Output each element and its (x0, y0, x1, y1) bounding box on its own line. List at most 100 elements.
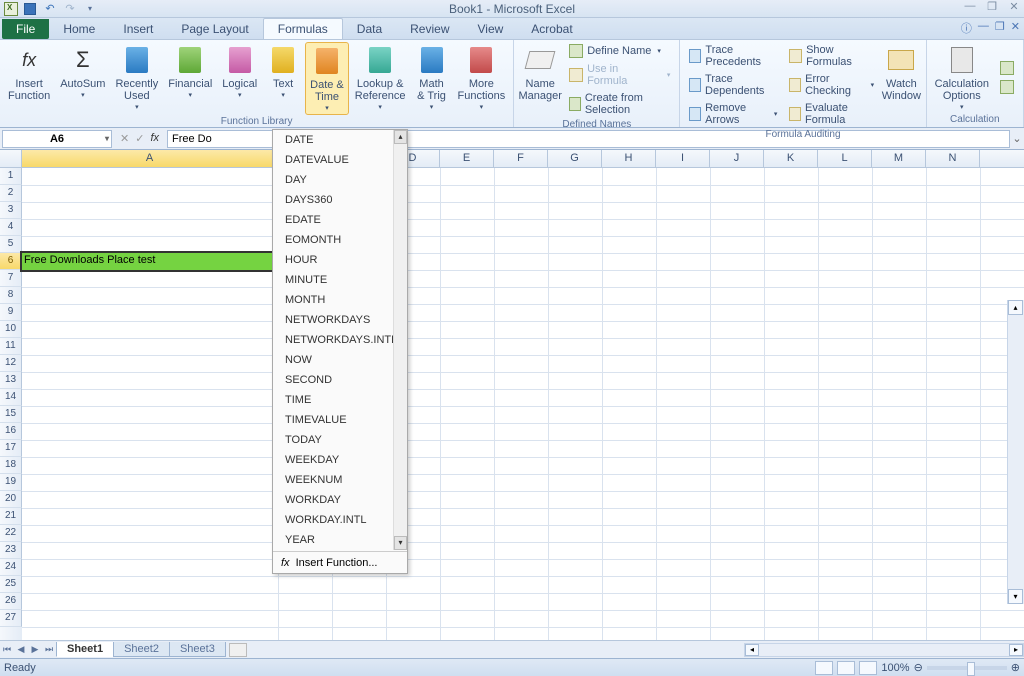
row-header-7[interactable]: 7 (0, 270, 22, 287)
maximize-button[interactable]: ❐ (984, 0, 1000, 14)
horizontal-scrollbar[interactable]: ◂ ▸ (744, 643, 1024, 657)
financial-button[interactable]: Financial▾ (164, 42, 216, 115)
vertical-scrollbar[interactable]: ▴ ▾ (1007, 300, 1024, 604)
column-header-M[interactable]: M (872, 150, 926, 167)
dropdown-item-datevalue[interactable]: DATEVALUE (273, 150, 393, 170)
dropdown-item-networkdays-intl[interactable]: NETWORKDAYS.INTL (273, 330, 393, 350)
dropdown-item-time[interactable]: TIME (273, 390, 393, 410)
help-button[interactable]: ⓘ (961, 20, 972, 36)
tab-view[interactable]: View (464, 19, 518, 39)
restore-window-button[interactable]: ❐ (995, 20, 1005, 36)
column-header-H[interactable]: H (602, 150, 656, 167)
tab-file[interactable]: File (2, 19, 49, 39)
tab-formulas[interactable]: Formulas (263, 18, 343, 39)
cancel-icon[interactable]: ✕ (120, 132, 129, 145)
show-formulas-button[interactable]: Show Formulas (784, 42, 879, 70)
dropdown-item-today[interactable]: TODAY (273, 430, 393, 450)
sheet-tab-1[interactable]: Sheet1 (56, 642, 114, 657)
tab-home[interactable]: Home (49, 19, 109, 39)
dropdown-item-weeknum[interactable]: WEEKNUM (273, 470, 393, 490)
column-header-K[interactable]: K (764, 150, 818, 167)
trace-precedents-button[interactable]: Trace Precedents (684, 42, 782, 70)
sheet-tab-3[interactable]: Sheet3 (169, 642, 226, 657)
more-functions-button[interactable]: More Functions▾ (454, 42, 510, 115)
dropdown-scroll-down[interactable]: ▾ (394, 536, 407, 550)
sheet-nav-last[interactable]: ⏭ (42, 644, 56, 655)
qat-customize[interactable]: ▾ (82, 1, 98, 17)
sheet-nav-prev[interactable]: ◀ (14, 644, 28, 655)
text-button[interactable]: Text▾ (263, 42, 303, 115)
dropdown-item-now[interactable]: NOW (273, 350, 393, 370)
column-header-N[interactable]: N (926, 150, 980, 167)
page-layout-view-button[interactable] (837, 661, 855, 675)
column-header-I[interactable]: I (656, 150, 710, 167)
error-checking-button[interactable]: Error Checking▾ (784, 71, 879, 99)
name-manager-button[interactable]: Name Manager (518, 42, 562, 118)
tab-review[interactable]: Review (396, 19, 463, 39)
calculate-now-button[interactable] (995, 59, 1019, 77)
scroll-left-button[interactable]: ◂ (745, 644, 759, 656)
dropdown-item-minute[interactable]: MINUTE (273, 270, 393, 290)
row-header-15[interactable]: 15 (0, 406, 22, 423)
dropdown-item-timevalue[interactable]: TIMEVALUE (273, 410, 393, 430)
close-button[interactable]: ✕ (1006, 0, 1022, 14)
trace-dependents-button[interactable]: Trace Dependents (684, 71, 782, 99)
insert-function-button[interactable]: Insert Function (4, 42, 54, 115)
row-header-16[interactable]: 16 (0, 423, 22, 440)
tab-insert[interactable]: Insert (109, 19, 167, 39)
dropdown-item-year[interactable]: YEAR (273, 530, 393, 550)
dropdown-item-hour[interactable]: HOUR (273, 250, 393, 270)
scroll-down-button[interactable]: ▾ (1008, 589, 1023, 604)
column-header-L[interactable]: L (818, 150, 872, 167)
fx-icon[interactable]: fx (150, 132, 159, 145)
define-name-button[interactable]: Define Name▾ (564, 42, 675, 60)
evaluate-formula-button[interactable]: Evaluate Formula (784, 100, 879, 128)
row-header-11[interactable]: 11 (0, 338, 22, 355)
selected-cell[interactable]: Free Downloads Place test (22, 253, 278, 270)
column-header-G[interactable]: G (548, 150, 602, 167)
dropdown-item-day[interactable]: DAY (273, 170, 393, 190)
expand-formula-bar[interactable]: ⌄ (1010, 132, 1024, 145)
row-header-2[interactable]: 2 (0, 185, 22, 202)
dropdown-scrollbar[interactable]: ▴ ▾ (393, 130, 407, 550)
row-header-24[interactable]: 24 (0, 559, 22, 576)
tab-acrobat[interactable]: Acrobat (517, 19, 586, 39)
save-button[interactable] (22, 1, 38, 17)
dropdown-item-days360[interactable]: DAYS360 (273, 190, 393, 210)
lookup-reference-button[interactable]: Lookup & Reference▾ (351, 42, 410, 115)
row-header-1[interactable]: 1 (0, 168, 22, 185)
tab-page-layout[interactable]: Page Layout (167, 19, 262, 39)
page-break-view-button[interactable] (859, 661, 877, 675)
recently-used-button[interactable]: Recently Used▾ (111, 42, 162, 115)
row-header-23[interactable]: 23 (0, 542, 22, 559)
name-box[interactable]: A6 (2, 130, 112, 148)
sheet-nav-first[interactable]: ⏮ (0, 644, 14, 655)
cells-area[interactable]: Free Downloads Place test (22, 168, 1024, 640)
date-time-button[interactable]: Date & Time▾ (305, 42, 349, 115)
select-all-corner[interactable] (0, 150, 22, 167)
zoom-out-button[interactable]: ⊖ (914, 661, 923, 674)
dropdown-item-workday[interactable]: WORKDAY (273, 490, 393, 510)
scroll-right-button[interactable]: ▸ (1009, 644, 1023, 656)
minimize-ribbon-button[interactable]: — (978, 20, 989, 36)
row-header-3[interactable]: 3 (0, 202, 22, 219)
scroll-up-button[interactable]: ▴ (1008, 300, 1023, 315)
row-header-17[interactable]: 17 (0, 440, 22, 457)
row-header-22[interactable]: 22 (0, 525, 22, 542)
dropdown-item-eomonth[interactable]: EOMONTH (273, 230, 393, 250)
row-header-27[interactable]: 27 (0, 610, 22, 627)
dropdown-insert-function[interactable]: fx Insert Function... (273, 553, 407, 573)
calculate-sheet-button[interactable] (995, 78, 1019, 96)
row-header-8[interactable]: 8 (0, 287, 22, 304)
row-header-13[interactable]: 13 (0, 372, 22, 389)
dropdown-item-edate[interactable]: EDATE (273, 210, 393, 230)
dropdown-item-date[interactable]: DATE (273, 130, 393, 150)
autosum-button[interactable]: AutoSum▾ (56, 42, 109, 115)
zoom-in-button[interactable]: ⊕ (1011, 661, 1020, 674)
close-workbook-button[interactable]: ✕ (1011, 20, 1020, 36)
row-header-6[interactable]: 6 (0, 253, 22, 270)
row-header-20[interactable]: 20 (0, 491, 22, 508)
row-header-18[interactable]: 18 (0, 457, 22, 474)
column-header-A[interactable]: A (22, 150, 278, 167)
column-header-E[interactable]: E (440, 150, 494, 167)
